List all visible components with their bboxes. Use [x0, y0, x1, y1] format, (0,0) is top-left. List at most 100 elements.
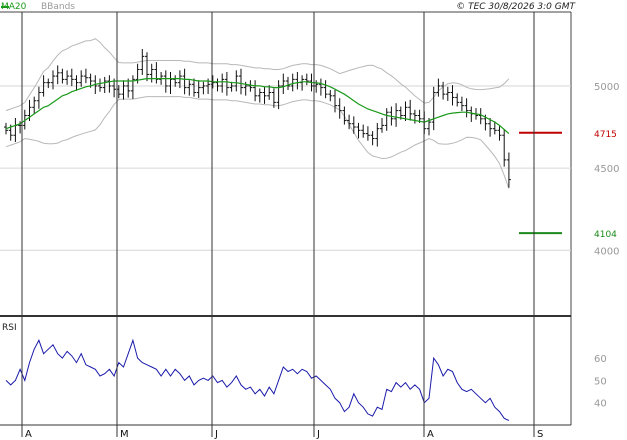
ohlc-bar [323, 80, 328, 99]
ohlc-bar [450, 85, 455, 106]
ohlc-bar [356, 122, 361, 139]
ohlc-bar [220, 73, 225, 93]
ohlc-bar [342, 106, 347, 125]
ohlc-bar [201, 81, 206, 95]
ohlc-bar [149, 63, 154, 83]
ohlc-bar [337, 98, 342, 119]
ohlc-bar [295, 71, 300, 90]
ohlc-bar [154, 62, 159, 84]
ohlc-bar [224, 71, 229, 96]
rsi-line [5, 338, 510, 421]
ohlc-bar [83, 68, 88, 84]
ohlc-bar [506, 152, 511, 188]
ohlc-bar [182, 68, 187, 95]
ohlc-bar [502, 129, 507, 167]
ohlc-bar [361, 124, 366, 138]
ohlc-bar [290, 73, 295, 92]
ohlc-bar [13, 117, 18, 142]
ohlc-bar [436, 78, 441, 97]
ohlc-bar [46, 78, 51, 89]
ohlc-bar [384, 108, 389, 131]
ohlc-bar [187, 80, 192, 96]
ohlc-bar [370, 131, 375, 146]
ohlc-bar [102, 76, 107, 94]
ohlc-bar [51, 70, 55, 90]
ohlc-bar [459, 96, 464, 112]
ohlc-bar [239, 68, 243, 95]
ohlc-bar [69, 68, 74, 87]
ohlc-bar [229, 81, 234, 92]
ohlc-bar [318, 78, 323, 96]
ohlc-bar [55, 65, 60, 85]
rsi-y-axis: 60 50 40 [594, 354, 607, 410]
ohlc-bar [79, 70, 84, 87]
ohlc-bar [257, 88, 262, 103]
ohlc-bar [173, 75, 178, 87]
ohlc-bar [469, 106, 474, 122]
ohlc-bar [300, 75, 305, 91]
month-label: J [214, 429, 218, 440]
ohlc-bar [271, 88, 276, 108]
rsi-title: RSI [2, 323, 17, 333]
ohlc-bar [60, 68, 65, 84]
rsi-tick-label: 50 [594, 376, 607, 387]
ohlc-bar [304, 73, 309, 86]
month-label: J [316, 429, 320, 440]
ohlc-bar [464, 98, 469, 118]
ohlc-bar [412, 109, 417, 124]
ohlc-bar [196, 80, 201, 98]
ohlc-bar [163, 70, 168, 93]
ohlc-bar [74, 75, 79, 91]
copyright-timestamp: © TEC 30/8/2026 3:0 GMT [456, 2, 576, 12]
ohlc-bar [431, 86, 436, 131]
ohlc-bar [215, 78, 220, 92]
ohlc-bar [107, 75, 112, 93]
ohlc-bar [365, 126, 370, 141]
price-tick-label: 5000 [594, 82, 619, 93]
price-level-label: 4715 [594, 130, 617, 140]
month-label: A [25, 429, 32, 440]
ohlc-bar [276, 80, 281, 110]
month-label: S [537, 429, 543, 440]
ohlc-bar [497, 126, 502, 141]
ohlc-bar [121, 80, 126, 100]
ohlc-bar [445, 86, 450, 101]
price-gridlines [0, 85, 571, 251]
rsi-panel: RSI 60 50 40 [2, 323, 607, 421]
ohlc-bar [192, 78, 196, 97]
month-label: M [120, 429, 129, 440]
ohlc-bar [375, 122, 380, 147]
ohlc-bar [98, 78, 102, 92]
ohlc-bar [394, 103, 399, 127]
price-panel: 5000 4500 4000 4715 4104 [0, 11, 619, 426]
ohlc-bar [380, 117, 384, 133]
ohlc-bar [328, 90, 333, 102]
rsi-line-group [5, 338, 510, 421]
bbands-legend-label: BBands [41, 2, 75, 12]
ohlc-bar [408, 99, 413, 121]
ohlc-bar [281, 73, 286, 94]
ohlc-bar [168, 71, 173, 94]
rsi-tick-label: 60 [594, 354, 607, 365]
month-label: A [427, 429, 434, 440]
ohlc-bar [253, 80, 258, 102]
ohlc-bar [478, 108, 483, 125]
ohlc-bar [65, 70, 70, 85]
ohlc-bar [36, 86, 41, 109]
ohlc-bar [441, 81, 446, 100]
ohlc-bar [130, 75, 135, 99]
ohlc-bar [351, 116, 356, 134]
price-tick-label: 4500 [594, 164, 619, 175]
ma20-legend-label: MA20 [1, 2, 27, 12]
stock-chart: MA20 BBands © TEC 30/8/2026 3:0 GMT 5000… [0, 2, 619, 440]
price-tick-label: 4000 [594, 246, 619, 257]
rsi-tick-label: 40 [594, 399, 607, 410]
ohlc-bar [455, 93, 460, 107]
ohlc-bar [145, 52, 149, 82]
ohlc-bar [32, 96, 37, 115]
ohlc-bar [333, 90, 337, 113]
ohlc-bar [262, 86, 267, 104]
ohlc-bar [286, 76, 290, 91]
chart-legend: MA20 BBands [1, 2, 75, 12]
ohlc-bar [234, 70, 239, 92]
